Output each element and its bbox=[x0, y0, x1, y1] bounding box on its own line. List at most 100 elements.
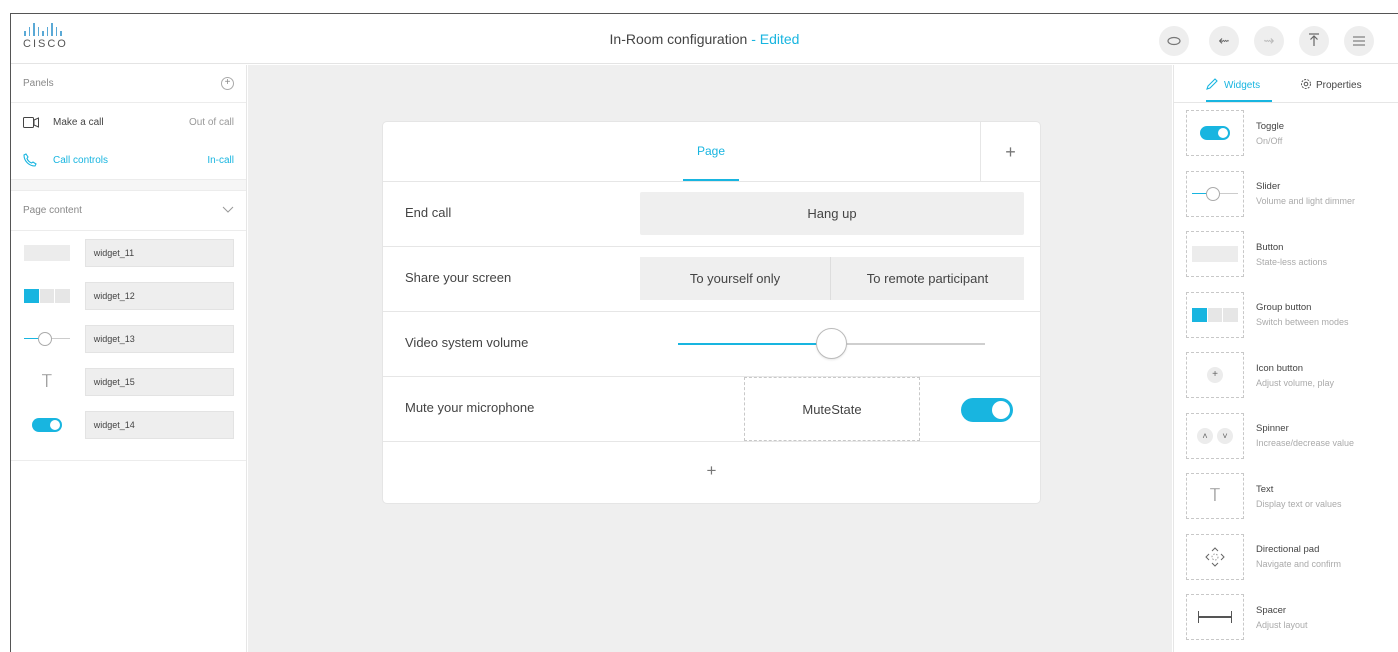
spacer-icon bbox=[1186, 594, 1244, 641]
mute-state-text[interactable]: MuteState bbox=[744, 377, 920, 441]
widget-name: widget_15 bbox=[84, 367, 234, 396]
top-bar: CISCO In-Room configuration - Edited ⇜ ⇝ bbox=[11, 14, 1398, 64]
page-content-header[interactable]: Page content bbox=[11, 191, 246, 231]
row-label: Mute your microphone bbox=[405, 400, 535, 415]
tab-active-indicator bbox=[683, 179, 739, 181]
button-icon bbox=[1186, 231, 1244, 278]
palette-item-slider[interactable]: Slider Volume and light dimmer bbox=[1174, 164, 1398, 225]
palette-name: Group button bbox=[1256, 302, 1312, 314]
widget-list-item[interactable]: widget_13 bbox=[11, 317, 246, 360]
tab-properties[interactable]: Properties bbox=[1300, 78, 1362, 93]
widget-name: widget_13 bbox=[84, 324, 234, 353]
directional-pad-icon bbox=[1186, 533, 1244, 580]
palette-desc: State-less actions bbox=[1256, 256, 1328, 267]
to-remote-participant-button[interactable]: To remote participant bbox=[831, 257, 1024, 300]
palette-desc: Increase/decrease value bbox=[1256, 438, 1355, 449]
palette-item-text[interactable]: T Text Display text or values bbox=[1174, 466, 1398, 527]
palette-item-directional-pad[interactable]: Directional pad Navigate and confirm bbox=[1174, 527, 1398, 588]
preview-button[interactable] bbox=[1159, 26, 1189, 56]
add-panel-icon[interactable]: + bbox=[221, 77, 234, 90]
row-volume[interactable]: Video system volume bbox=[383, 312, 1040, 377]
panel-label: Make a call bbox=[53, 116, 104, 128]
palette-item-button[interactable]: Button State-less actions bbox=[1174, 224, 1398, 285]
widget-list-item[interactable]: widget_11 bbox=[11, 231, 246, 274]
add-page-button[interactable]: + bbox=[980, 122, 1040, 182]
widget-list-item[interactable]: T widget_15 bbox=[11, 360, 246, 403]
tab-widgets[interactable]: Widgets bbox=[1206, 78, 1260, 93]
widget-name: widget_11 bbox=[84, 238, 234, 267]
panels-header: Panels + bbox=[11, 65, 246, 103]
row-mute-microphone[interactable]: Mute your microphone MuteState bbox=[383, 377, 1040, 442]
section-divider bbox=[11, 179, 246, 191]
tab-active-indicator bbox=[1206, 100, 1272, 102]
panel-item-make-a-call[interactable]: Make a call Out of call bbox=[11, 103, 246, 141]
panel-preview-card: Page + End call Hang up Share your scree… bbox=[383, 122, 1040, 503]
left-sidebar: Panels + Make a call Out of call Call co… bbox=[11, 65, 247, 652]
hamburger-icon bbox=[1353, 34, 1365, 49]
redo-button[interactable]: ⇝ bbox=[1254, 26, 1284, 56]
palette-name: Slider bbox=[1256, 181, 1281, 193]
widget-list-item[interactable]: widget_14 bbox=[11, 403, 246, 446]
row-end-call[interactable]: End call Hang up bbox=[383, 182, 1040, 247]
palette-name: Button bbox=[1256, 241, 1284, 253]
panel-state: Out of call bbox=[188, 116, 234, 128]
slider-handle[interactable] bbox=[816, 328, 847, 359]
group-button-widget-icon bbox=[23, 287, 71, 305]
redo-icon: ⇝ bbox=[1263, 33, 1275, 48]
palette-desc: Navigate and confirm bbox=[1256, 559, 1342, 570]
page-tabs: Page + bbox=[383, 122, 1040, 182]
palette-name: Directional pad bbox=[1256, 544, 1320, 556]
toggle-icon bbox=[1186, 110, 1244, 157]
group-button-icon bbox=[1186, 291, 1244, 338]
toggle-widget-icon bbox=[23, 416, 71, 434]
mute-toggle[interactable] bbox=[961, 398, 1013, 422]
palette-item-spinner[interactable]: ˄ ˅ Spinner Increase/decrease value bbox=[1174, 406, 1398, 467]
editor-canvas: Page + End call Hang up Share your scree… bbox=[248, 65, 1172, 652]
palette-name: Spacer bbox=[1256, 604, 1287, 616]
undo-icon: ⇜ bbox=[1218, 33, 1230, 48]
undo-button[interactable]: ⇜ bbox=[1209, 26, 1239, 56]
sidebar-divider bbox=[11, 460, 246, 461]
page-title: In-Room configuration - Edited bbox=[11, 31, 1398, 47]
slider-fill bbox=[678, 343, 832, 345]
icon-button-icon: + bbox=[1186, 352, 1244, 399]
palette-name: Text bbox=[1256, 483, 1274, 495]
eye-icon bbox=[1167, 34, 1181, 49]
panel-label: Call controls bbox=[53, 154, 109, 166]
spinner-icon: ˄ ˅ bbox=[1186, 412, 1244, 459]
panels-label: Panels bbox=[23, 78, 54, 89]
slider-widget-icon bbox=[23, 330, 71, 348]
slider-icon bbox=[1186, 170, 1244, 217]
upload-icon bbox=[1308, 32, 1320, 50]
row-share-screen[interactable]: Share your screen To yourself only To re… bbox=[383, 247, 1040, 312]
palette-item-spacer[interactable]: Spacer Adjust layout bbox=[1174, 587, 1398, 648]
text-widget-icon: T bbox=[41, 371, 53, 392]
tab-page[interactable]: Page bbox=[683, 144, 739, 158]
add-row-button[interactable]: + bbox=[383, 442, 1040, 500]
widget-name: widget_12 bbox=[84, 281, 234, 310]
video-camera-icon bbox=[23, 116, 43, 128]
palette-item-icon-button[interactable]: + Icon button Adjust volume, play bbox=[1174, 345, 1398, 406]
to-yourself-only-button[interactable]: To yourself only bbox=[640, 257, 831, 300]
palette-desc: Switch between modes bbox=[1256, 317, 1349, 328]
toggle-knob bbox=[992, 401, 1010, 419]
title-text: In-Room configuration bbox=[609, 31, 748, 47]
palette-item-group-button[interactable]: Group button Switch between modes bbox=[1174, 285, 1398, 346]
hang-up-button[interactable]: Hang up bbox=[640, 192, 1024, 235]
right-tabs: Widgets Properties bbox=[1174, 65, 1398, 103]
row-label: Share your screen bbox=[405, 270, 512, 285]
page-content-label: Page content bbox=[23, 205, 82, 216]
palette-desc: Adjust volume, play bbox=[1256, 377, 1335, 388]
chevron-down-icon bbox=[222, 205, 234, 216]
share-group-button: To yourself only To remote participant bbox=[640, 257, 1024, 300]
panel-item-call-controls[interactable]: Call controls In-call bbox=[11, 141, 246, 179]
menu-button[interactable] bbox=[1344, 26, 1374, 56]
palette-item-toggle[interactable]: Toggle On/Off bbox=[1174, 103, 1398, 164]
pencil-icon bbox=[1206, 78, 1218, 93]
gear-icon bbox=[1300, 78, 1312, 93]
plus-icon: + bbox=[706, 461, 717, 480]
export-button[interactable] bbox=[1299, 26, 1329, 56]
widget-list-item[interactable]: widget_12 bbox=[11, 274, 246, 317]
widget-name: widget_14 bbox=[84, 410, 234, 439]
row-label: Video system volume bbox=[405, 335, 529, 350]
